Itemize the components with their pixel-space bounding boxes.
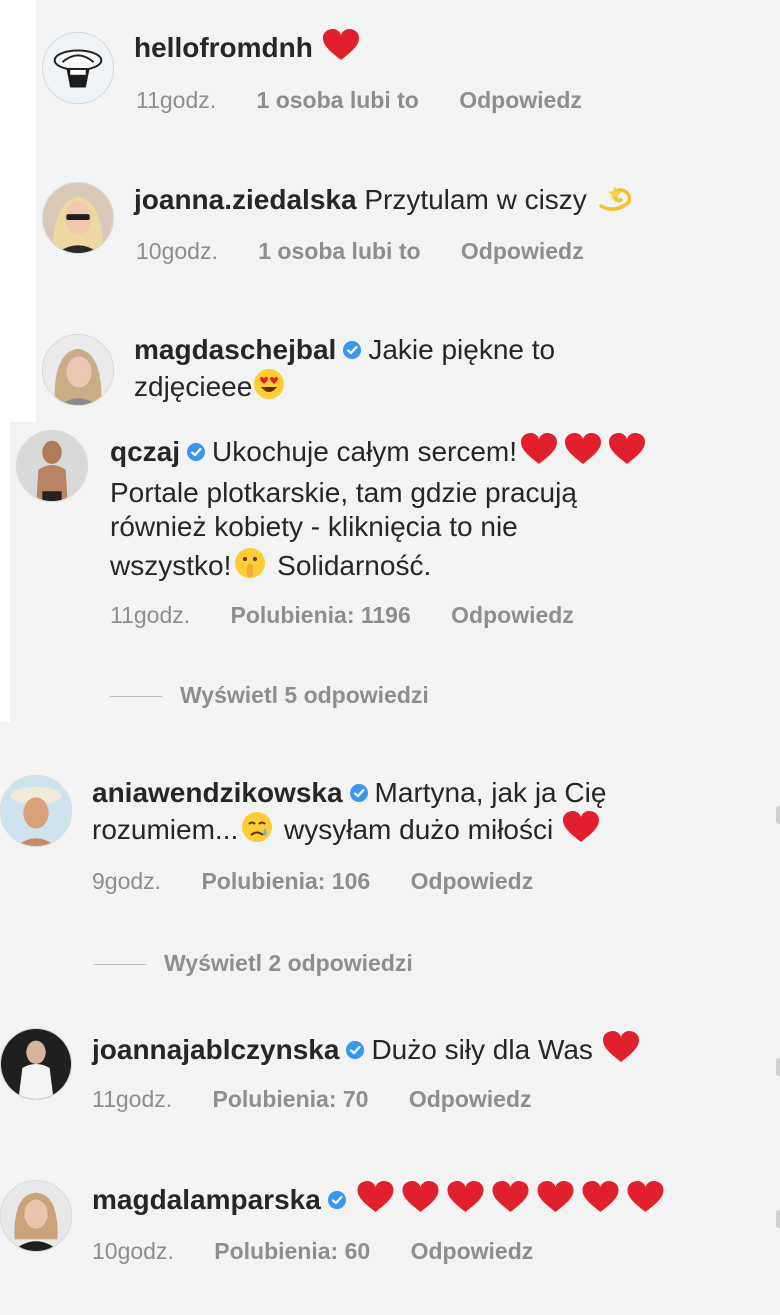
reply-button[interactable]: Odpowiedz — [461, 238, 584, 264]
timestamp: 10godz. — [92, 1238, 174, 1264]
timestamp: 9godz. — [92, 868, 162, 894]
comment-text-line-1: Martyna, jak ja Cię — [374, 777, 607, 808]
username[interactable]: joanna.ziedalska — [134, 184, 357, 215]
reply-button[interactable]: Odpowiedz — [409, 1086, 532, 1112]
comment-text-line-4b: Solidarność. — [277, 550, 432, 581]
comment-text-line-1: Jakie piękne to — [368, 334, 556, 365]
view-replies-button[interactable]: Wyświetl 5 odpowiedzi — [110, 682, 429, 709]
timestamp: 11godz. — [92, 1086, 173, 1112]
username[interactable]: qczaj — [110, 436, 180, 467]
reply-button[interactable]: Odpowiedz — [411, 868, 534, 894]
red-heart-emoji-icon — [627, 1181, 664, 1212]
comment-text-line-2: zdjęcieee — [134, 371, 253, 402]
timestamp: 11godz. — [136, 87, 217, 113]
comment-text: Przytulam w ciszy — [364, 184, 587, 215]
avatar-portrait-icon — [43, 335, 113, 405]
avatar-portrait-icon — [1, 776, 71, 846]
red-heart-emoji-icon — [492, 1181, 529, 1212]
like-heart-icon-partial[interactable] — [776, 806, 780, 824]
reply-button[interactable]: Odpowiedz — [459, 87, 582, 113]
likes-count[interactable]: 1 osoba lubi to — [258, 238, 420, 264]
comment-text-line-2b: wysyłam dużo miłości — [284, 814, 554, 845]
username[interactable]: joannajablczynska — [92, 1034, 339, 1065]
red-heart-emoji-icon — [537, 1181, 574, 1212]
timestamp: 11godz. — [110, 602, 191, 628]
verified-badge-icon — [187, 443, 206, 461]
crying-face-emoji-icon — [242, 812, 273, 842]
username[interactable]: magdalamparska — [92, 1184, 321, 1215]
red-heart-emoji-icon — [609, 433, 646, 464]
comment-text-line-4a: wszystko! — [110, 550, 232, 581]
avatar[interactable] — [0, 775, 72, 847]
avatar-portrait-icon — [17, 431, 87, 501]
verified-badge-icon — [327, 1191, 346, 1209]
username[interactable]: aniawendzikowska — [92, 777, 343, 808]
comment-text-line-1: Ukochuje całym sercem! — [212, 436, 518, 467]
reply-button[interactable]: Odpowiedz — [451, 602, 574, 628]
avatar[interactable] — [0, 1180, 72, 1252]
view-replies-label: Wyświetl 2 odpowiedzi — [164, 950, 413, 976]
avatar[interactable] — [42, 32, 114, 104]
view-replies-label: Wyświetl 5 odpowiedzi — [180, 682, 429, 708]
likes-count[interactable]: 1 osoba lubi to — [257, 87, 419, 113]
avatar-portrait-icon — [1, 1029, 71, 1099]
username[interactable]: magdaschejbal — [134, 334, 336, 365]
timestamp: 10godz. — [136, 238, 218, 264]
red-heart-emoji-icon — [521, 433, 558, 464]
view-replies-button[interactable]: Wyświetl 2 odpowiedzi — [94, 950, 413, 977]
red-heart-emoji-icon — [565, 433, 602, 464]
username[interactable]: hellofromdnh — [134, 32, 313, 63]
comment-text-line-2: Portale plotkarskie, tam gdzie pracują — [110, 477, 577, 508]
red-heart-emoji-icon — [582, 1181, 619, 1212]
divider-line — [110, 696, 162, 698]
red-heart-emoji-icon — [322, 29, 359, 60]
likes-count[interactable]: Polubienia: 106 — [201, 868, 370, 894]
verified-badge-icon — [343, 341, 362, 359]
comment-text-line-2a: rozumiem... — [92, 814, 239, 845]
red-heart-emoji-icon — [602, 1031, 639, 1062]
likes-count[interactable]: Polubienia: 70 — [213, 1086, 369, 1112]
reply-button[interactable]: Odpowiedz — [411, 1238, 534, 1264]
verified-badge-icon — [349, 784, 368, 802]
avatar[interactable] — [0, 1028, 72, 1100]
like-heart-icon-partial[interactable] — [776, 1058, 780, 1076]
divider-line — [94, 964, 146, 966]
comment-text-line-3: również kobiety - kliknięcia to nie — [110, 511, 518, 542]
red-heart-emoji-icon — [357, 1181, 394, 1212]
avatar[interactable] — [42, 182, 114, 254]
likes-count[interactable]: Polubienia: 60 — [214, 1238, 370, 1264]
avatar[interactable] — [16, 430, 88, 502]
comment-text: Dużo siły dla Was — [371, 1034, 593, 1065]
dizzy-emoji-icon — [598, 186, 631, 211]
red-heart-emoji-icon — [402, 1181, 439, 1212]
verified-badge-icon — [346, 1041, 365, 1059]
avatar-portrait-icon — [43, 183, 113, 253]
shushing-face-emoji-icon — [235, 548, 266, 578]
like-heart-icon-partial[interactable] — [776, 1210, 780, 1228]
likes-count[interactable]: Polubienia: 1196 — [231, 602, 411, 628]
avatar-portrait-icon — [1, 1181, 71, 1251]
heart-eyes-emoji-icon — [254, 369, 285, 399]
red-heart-emoji-icon — [562, 811, 599, 842]
avatar[interactable] — [42, 334, 114, 406]
red-heart-emoji-icon — [447, 1181, 484, 1212]
avatar-hat-figure-icon — [43, 33, 113, 103]
